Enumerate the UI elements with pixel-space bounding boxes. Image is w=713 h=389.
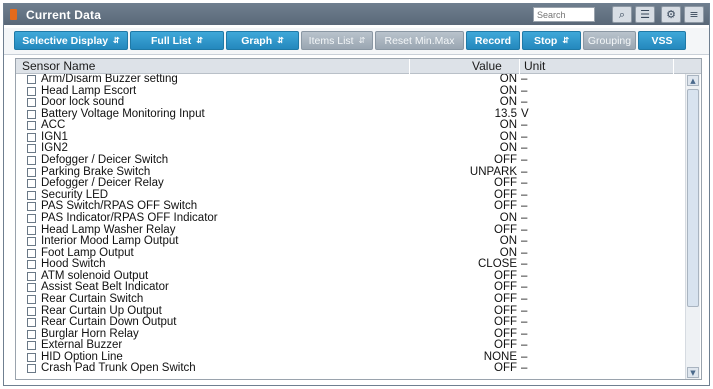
row-checkbox[interactable] xyxy=(27,132,36,142)
menu-icon[interactable]: ≡ xyxy=(684,6,704,23)
row-checkbox[interactable] xyxy=(27,329,36,339)
updown-icon: ⇵ xyxy=(196,36,203,45)
column-value[interactable]: Value xyxy=(472,59,502,73)
updown-icon: ⇵ xyxy=(277,36,284,45)
row-checkbox[interactable] xyxy=(27,294,36,304)
scroll-down-icon[interactable]: ▼ xyxy=(687,367,699,378)
window-title: Current Data xyxy=(26,7,102,22)
sensor-unit-cell: – xyxy=(521,362,528,375)
sensor-name-cell: Crash Pad Trunk Open Switch xyxy=(41,362,196,375)
updown-icon: ⇵ xyxy=(113,36,120,45)
row-checkbox[interactable] xyxy=(27,318,36,328)
title-bar: Current Data ⌕ ☰ ⚙ ≡ xyxy=(4,4,709,25)
row-checkbox[interactable] xyxy=(27,156,36,166)
row-checkbox[interactable] xyxy=(27,306,36,316)
scrollbar-thumb[interactable] xyxy=(687,89,699,307)
row-checkbox[interactable] xyxy=(27,260,36,270)
row-checkbox[interactable] xyxy=(27,109,36,119)
row-checkbox[interactable] xyxy=(27,341,36,351)
row-checkbox[interactable] xyxy=(27,98,36,108)
column-sensor-name[interactable]: Sensor Name xyxy=(22,59,95,73)
full-list-label: Full List xyxy=(151,34,192,47)
sensor-value-cell: OFF xyxy=(494,362,517,375)
row-checkbox[interactable] xyxy=(27,75,36,84)
list-view-icon[interactable]: ☰ xyxy=(635,6,655,23)
row-checkbox[interactable] xyxy=(27,283,36,293)
table-row[interactable]: ACC ON – xyxy=(16,119,684,132)
items-list-label: Items List xyxy=(308,34,354,47)
items-list-button[interactable]: Items List ⇵ xyxy=(301,31,373,50)
table-header: Sensor Name Value Unit xyxy=(16,59,701,74)
graph-label: Graph xyxy=(241,34,273,47)
row-checkbox[interactable] xyxy=(27,364,36,374)
grouping-button[interactable]: Grouping xyxy=(583,31,636,50)
action-toolbar: Selective Display ⇵ Full List ⇵ Graph ⇵ Ite… xyxy=(4,28,709,55)
row-checkbox[interactable] xyxy=(27,202,36,212)
column-divider xyxy=(519,59,520,74)
row-checkbox[interactable] xyxy=(27,144,36,154)
setting-icon[interactable]: ⚙ xyxy=(661,6,681,23)
vss-button[interactable]: VSS xyxy=(638,31,686,50)
selective-display-label: Selective Display xyxy=(22,34,109,47)
row-checkbox[interactable] xyxy=(27,86,36,96)
table-body: Arm/Disarm Buzzer setting ON – Head Lamp Es… xyxy=(16,74,684,379)
updown-icon: ⇵ xyxy=(358,36,366,45)
full-list-button[interactable]: Full List ⇵ xyxy=(130,31,224,50)
row-checkbox[interactable] xyxy=(27,213,36,223)
vertical-scrollbar[interactable]: ▲ ▼ xyxy=(685,74,700,379)
row-checkbox[interactable] xyxy=(27,179,36,189)
stop-label: Stop xyxy=(533,34,558,47)
sensor-name-cell: Battery Voltage Monitoring Input xyxy=(41,107,205,120)
scroll-up-icon[interactable]: ▲ xyxy=(687,75,699,86)
current-data-window: Current Data ⌕ ☰ ⚙ ≡ Selective Display ⇵ … xyxy=(3,3,710,386)
selective-display-button[interactable]: Selective Display ⇵ xyxy=(14,31,128,50)
row-checkbox[interactable] xyxy=(27,190,36,200)
row-checkbox[interactable] xyxy=(27,225,36,235)
table-row[interactable]: Defogger / Deicer Relay OFF – xyxy=(16,177,684,190)
column-unit[interactable]: Unit xyxy=(524,59,545,73)
column-divider xyxy=(409,59,410,74)
table-row[interactable]: Battery Voltage Monitoring Input 13.5 V xyxy=(16,107,684,121)
updown-icon: ⇵ xyxy=(562,36,570,45)
title-marker-icon xyxy=(10,9,17,20)
row-checkbox[interactable] xyxy=(27,237,36,247)
column-divider xyxy=(673,59,674,74)
table-row[interactable]: Crash Pad Trunk Open Switch OFF – xyxy=(16,362,684,375)
table-row[interactable]: IGN1 ON – xyxy=(16,131,684,144)
stop-button[interactable]: Stop ⇵ xyxy=(522,31,581,50)
row-checkbox[interactable] xyxy=(27,352,36,362)
sensor-table: Sensor Name Value Unit Arm/Disarm Buzzer… xyxy=(15,58,702,380)
row-checkbox[interactable] xyxy=(27,167,36,177)
search-input[interactable] xyxy=(533,7,595,22)
search-list-icon[interactable]: ⌕ xyxy=(612,6,632,23)
row-checkbox[interactable] xyxy=(27,271,36,281)
graph-button[interactable]: Graph ⇵ xyxy=(226,31,299,50)
table-row[interactable]: Foot Lamp Output ON – xyxy=(16,247,684,260)
reset-min-max-button[interactable]: Reset Min.Max xyxy=(375,31,464,50)
row-checkbox[interactable] xyxy=(27,121,36,131)
record-button[interactable]: Record xyxy=(466,31,520,50)
row-checkbox[interactable] xyxy=(27,248,36,258)
